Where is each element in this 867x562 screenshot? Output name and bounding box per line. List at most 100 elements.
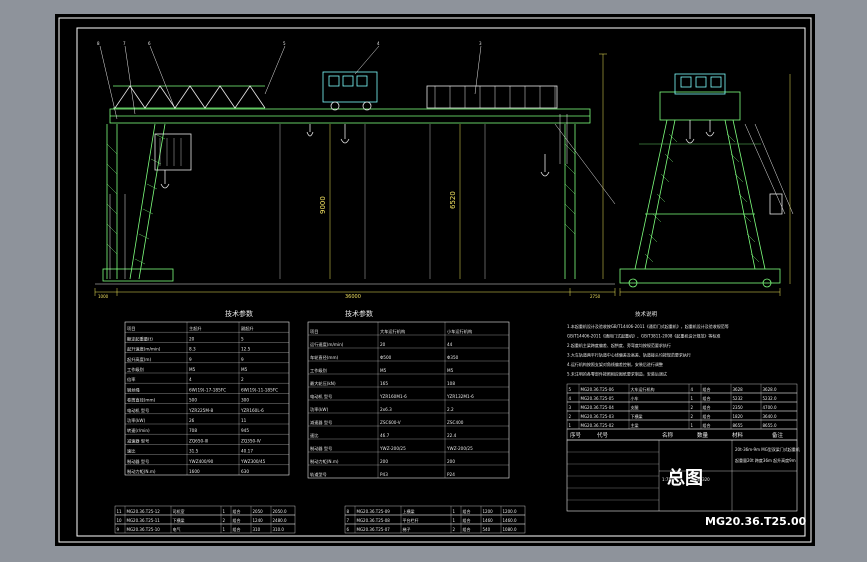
params-right-cell: 20	[380, 342, 386, 347]
params-right-cell: 制动力矩(N.m)	[310, 458, 339, 465]
title-block-company: 20t-36m-9m MG型双梁门式起重机	[735, 446, 800, 452]
parts-list-cell: 2050.0	[273, 509, 287, 514]
params-left-cell: 11	[241, 418, 247, 423]
params-left-cell: 4	[189, 377, 192, 382]
params-left-cell: 卷筒直径(mm)	[127, 397, 156, 404]
parts-list-cell: 梯子	[403, 526, 411, 532]
params-left-cell: ZQ350-IV	[241, 438, 261, 443]
params-right-cell: ZSC600-V	[380, 420, 401, 425]
balloon-3: 6	[148, 41, 151, 46]
params-left-cell: 708	[189, 428, 197, 433]
params-left-cell: 钢丝绳	[127, 386, 140, 393]
parts-list-cell: 10	[117, 518, 123, 523]
parts-list-cell: 1240	[253, 518, 264, 523]
parts-list-cell: MG20.36.T25-11	[127, 518, 161, 523]
parts-list-cell: 1	[453, 509, 456, 514]
params-left-cell: 9	[189, 357, 192, 362]
params-left-cell: 2	[241, 377, 244, 382]
title-block-cell: 下横梁	[631, 413, 643, 419]
params-left-cell: 945	[241, 428, 249, 433]
params-left-cell: 40.17	[241, 449, 253, 454]
title-block-cell: 5232	[733, 396, 744, 401]
params-left-cell: YZR225M-8	[188, 408, 213, 413]
title-block-cell: 组合	[703, 395, 711, 401]
dim-right-pos: 2750	[590, 294, 601, 299]
params-left-cell: 6W(19)-17-185FC	[189, 387, 226, 392]
title-block-cell: 4700.0	[763, 405, 777, 410]
params-right-cell: 46.7	[380, 433, 390, 438]
parts-list-cell: 540	[483, 527, 491, 532]
params-right-cell: ZSC400	[447, 420, 464, 425]
title-block-cell: 1	[691, 396, 694, 401]
parts-list-cell: 1200.0	[503, 509, 517, 514]
parts-list-cell: 组合	[463, 508, 471, 514]
params-right-cell: 108	[447, 381, 455, 386]
parts-list-cell: 8	[347, 509, 350, 514]
parts-list-cell: 组合	[233, 517, 241, 523]
parts-list-cell: 上横梁	[403, 508, 415, 514]
params-right-cell: 165	[380, 381, 388, 386]
parts-list-cell: 1200	[483, 509, 494, 514]
params-right-cell: 200	[447, 459, 455, 464]
title-block-cell: 4	[691, 387, 694, 392]
params-left-cell: 31.5	[189, 449, 199, 454]
params-right-cell: YWZ-200/25	[446, 446, 473, 451]
params-left-cell: 额定起重量(t)	[127, 335, 153, 342]
technical-notes: 1.本起重机设计及验收按GB/T14406-2011《通用门式起重机》，起重机设…	[567, 323, 729, 377]
params-left-table: 项目 主起升 副起升额定起重量(t) 20 5 起升速度(m/min) 8.3 12.5 起升高…	[124, 321, 290, 476]
title-block-cell: 1	[691, 423, 694, 428]
params-right-title: 技术参数	[345, 309, 373, 318]
params-left-cell: 300	[241, 398, 249, 403]
parts-list-cell: 1	[223, 509, 226, 514]
title-block-cell: 3628.0	[763, 387, 777, 392]
parts-list-cell: 组合	[463, 526, 471, 532]
title-block-cell: 1	[569, 423, 572, 428]
title-block-label: 名称	[662, 431, 674, 439]
parts-list-cell: 1080.0	[503, 527, 517, 532]
title-block-label: 序号	[570, 431, 582, 439]
params-left-cell: 630	[241, 469, 249, 474]
params-right-cell: 制动器 型号	[310, 445, 332, 452]
parts-list: 11 MG20.36.T25-12 司机室 1 组合 2050 2050.010 MG20.3…	[114, 505, 526, 534]
notes-title: 技术说明	[635, 310, 658, 318]
title-block-label: 代号	[597, 431, 609, 439]
parts-list-cell: 310.0	[273, 527, 285, 532]
params-right-header-cell: 项目	[310, 329, 318, 335]
params-right-cell: 工作级别	[310, 367, 327, 374]
parts-list-cell: 电气	[173, 526, 181, 532]
params-right-cell: P43	[380, 472, 388, 477]
params-left-cell: 500	[189, 398, 197, 403]
params-left-cell: 12.5	[241, 347, 251, 352]
parts-list-cell: 1460	[483, 518, 494, 523]
title-block-cell: 2	[691, 414, 694, 419]
parts-list-cell: 组合	[233, 526, 241, 532]
note-line: 1.本起重机设计及验收按GB/T14406-2011《通用门式起重机》，起重机设…	[567, 323, 729, 329]
cad-viewport[interactable]: 9000 6520 36000 1000 2750 8 7 6 5 4 3 技术…	[0, 0, 867, 562]
parts-list-cell: MG20.36.T25-12	[127, 509, 161, 514]
parts-list-cell: 1	[453, 518, 456, 523]
params-right-header-cell: 小车运行机构	[447, 328, 472, 335]
parts-list-cell: 组合	[233, 508, 241, 514]
title-block-label: 材料	[732, 431, 744, 439]
params-right-cell: Φ350	[447, 355, 459, 360]
title-block-spec: 起重量20t 跨度36m 起升高度9m	[735, 457, 796, 463]
params-right-header-cell: 大车运行机构	[380, 328, 405, 335]
params-left-header-cell: 副起升	[241, 325, 254, 332]
title-block-cell: 组合	[703, 422, 711, 428]
params-left-cell: M5	[241, 367, 248, 372]
params-right-cell: YWZ-200/25	[379, 446, 406, 451]
parts-list-cell: 9	[117, 527, 120, 532]
params-left-cell: 工作级别	[127, 366, 144, 373]
params-left-cell: 1600	[189, 469, 200, 474]
drawing-sheet[interactable]: 9000 6520 36000 1000 2750 8 7 6 5 4 3 技术…	[55, 14, 815, 546]
params-left-header-cell: 项目	[127, 326, 135, 332]
params-right-cell: 运行速度(m/min)	[310, 341, 344, 348]
params-right-cell: 电动机 型号	[310, 393, 332, 400]
title-block-cell: MG20.36.T25-05	[581, 396, 615, 401]
title-block-cell: 1820	[733, 414, 744, 419]
side-dimensions	[619, 74, 791, 296]
title-block-cell: 5	[569, 387, 572, 392]
title-block-cell: 3628	[733, 387, 744, 392]
dim-span: 36000	[345, 294, 361, 300]
drawing-title: 总图	[667, 467, 703, 489]
